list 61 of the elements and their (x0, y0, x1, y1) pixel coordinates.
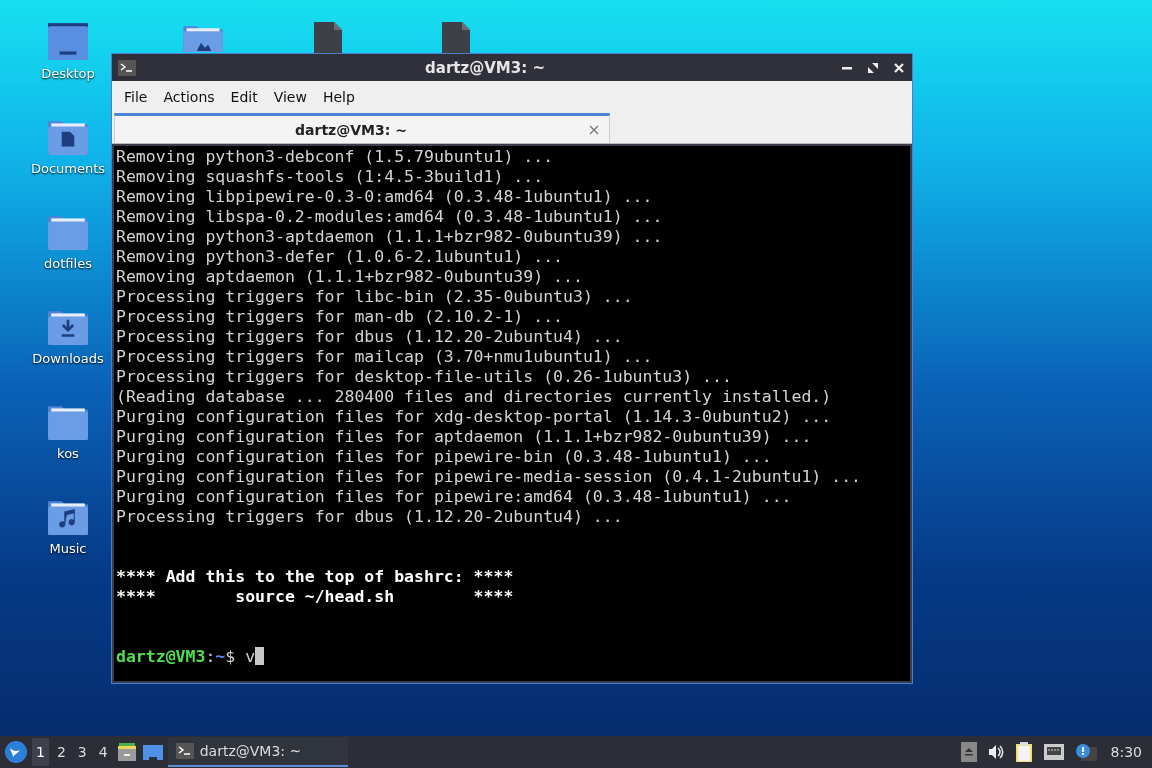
command-input[interactable]: v (245, 647, 256, 666)
terminal-line: Removing python3-aptdaemon (1.1.1+bzr982-0ubuntu39) ... (116, 227, 664, 247)
menu-item[interactable]: Edit (222, 87, 266, 107)
terminal-line: Processing triggers for libc-bin (2.35-0ubuntu3) ... (116, 287, 634, 307)
terminal-line: Purging configuration files for aptdaemon (1.1.1+bzr982-0ubuntu39) ... (116, 427, 813, 447)
terminal-line: Purging configuration files for pipewire:amd64 (0.3.48-1ubuntu1) ... (116, 487, 793, 507)
terminal-tab[interactable]: dartz@VM3: ~ (114, 113, 610, 143)
terminal-line: Removing libspa-0.2-modules:amd64 (0.3.48-1ubuntu1) ... (116, 207, 664, 227)
menu-item[interactable]: Actions (155, 87, 223, 107)
terminal-line: Processing triggers for dbus (1.12.20-2ubuntu4) ... (116, 327, 624, 347)
terminal-line: Processing triggers for mailcap (3.70+nmu1ubuntu1) ... (116, 347, 654, 367)
menu-item[interactable]: View (265, 87, 315, 107)
volume-icon[interactable] (986, 744, 1005, 760)
maximize-icon (867, 61, 879, 74)
eject-icon[interactable] (960, 742, 977, 762)
start-menu-icon[interactable] (4, 740, 28, 764)
desktop-icon-label[interactable]: Music (49, 541, 87, 556)
terminal-line: Removing python3-debconf (1.5.79ubuntu1) ... (116, 147, 555, 167)
desktop-icon-label[interactable]: kos (57, 446, 79, 461)
desktop-icon[interactable] (141, 742, 164, 762)
taskbar-task[interactable]: dartz@VM3: ~ (167, 737, 348, 767)
terminal-line: **** source ~/head.sh **** (116, 587, 515, 607)
text-cursor (255, 647, 265, 665)
notification-icon[interactable] (1074, 743, 1097, 761)
terminal-line: Removing aptdaemon (1.1.1+bzr982-0ubuntu39) ... (116, 267, 584, 287)
workspace-button[interactable]: 3 (73, 738, 91, 766)
terminal-line: Purging configuration files for pipewire-media-session (0.4.1-2ubuntu1) ... (116, 467, 863, 487)
maximize-button[interactable] (866, 60, 880, 75)
terminal-line: Purging configuration files for xdg-desktop-portal (1.14.3-0ubuntu2) ... (116, 407, 833, 427)
prompt-symbol: $ (225, 647, 236, 666)
clipboard-icon[interactable] (1014, 741, 1033, 763)
terminal-line: Processing triggers for man-db (2.10.2-1) ... (116, 307, 565, 327)
window-title: dartz@VM3: ~ (424, 58, 546, 77)
desktop-icon-label[interactable]: Downloads (32, 351, 104, 366)
menu-item[interactable]: File (116, 87, 156, 107)
terminal-line: Removing python3-defer (1.0.6-2.1ubuntu1) ... (116, 247, 565, 267)
prompt-path: ~ (215, 647, 226, 666)
file-cabinet-icon[interactable] (115, 741, 138, 763)
terminal-line: (Reading database ... 280400 files and directories currently installed.) (116, 387, 833, 407)
terminal-line: Removing squashfs-tools (1:4.5-3build1) ... (116, 167, 545, 187)
file-icon[interactable] (440, 20, 472, 53)
terminal-icon (175, 743, 194, 759)
menu-item[interactable]: Help (314, 87, 363, 107)
prompt-user: dartz@VM3 (116, 647, 206, 666)
workspace-button[interactable]: 1 (32, 738, 49, 766)
network-icon[interactable] (1042, 743, 1065, 761)
close-button[interactable] (892, 60, 906, 75)
file-icon[interactable] (312, 20, 344, 53)
prompt-separator: : (205, 647, 216, 666)
terminal-line: Processing triggers for desktop-file-utils (0.26-1ubuntu3) ... (116, 367, 733, 387)
terminal-line: Purging configuration files for pipewire-bin (0.3.48-1ubuntu1) ... (116, 447, 773, 467)
desktop-icon-label[interactable]: dotfiles (44, 256, 92, 271)
workspace-button[interactable]: 2 (52, 738, 70, 766)
terminal-line: Removing libpipewire-0.3-0:amd64 (0.3.48-1ubuntu1) ... (116, 187, 654, 207)
desktop-folder-icon[interactable] (47, 20, 89, 62)
workspace-button[interactable]: 4 (94, 738, 112, 766)
close-icon (893, 61, 905, 74)
terminal-line: Processing triggers for dbus (1.12.20-2ubuntu4) ... (116, 507, 624, 527)
terminal-icon (118, 59, 136, 76)
clock[interactable]: 8:30 (1110, 744, 1142, 760)
terminal-line: **** Add this to the top of bashrc: **** (116, 567, 515, 587)
